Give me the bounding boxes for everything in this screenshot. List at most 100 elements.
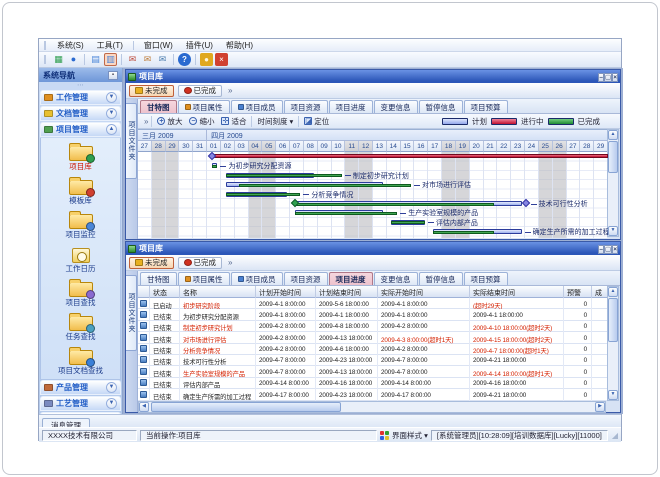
chevron-down-icon[interactable]: ▼ [106,108,117,119]
column-header[interactable]: 状态 [150,286,180,298]
sidebar-item-project-search[interactable]: 项目查找 [41,277,120,311]
column-header[interactable]: 成 [592,286,608,298]
gantt-bar-summary[interactable] [212,154,608,158]
sidebar-item-task-search[interactable]: 任务查找 [41,311,120,345]
new-window-icon[interactable]: ▦ [52,53,65,66]
zoom-in-button[interactable]: +放大 [155,116,184,127]
sidebar-group-process-mgmt[interactable]: 工艺管理▼ [40,396,121,411]
column-header[interactable]: 计划开始时间 [256,286,316,298]
project-folder-vertical-tab[interactable]: 项目文件夹 [126,103,137,179]
chevron-up-icon[interactable]: ▲ [106,124,117,135]
tab-props[interactable]: 项目属性 [178,100,230,113]
locate-button[interactable]: ◪定位 [302,116,331,127]
tab-gantt[interactable]: 甘特图 [140,100,177,113]
web-globe-icon[interactable]: ● [67,53,80,66]
scroll-right-icon[interactable]: ▶ [595,402,605,412]
filter-completed-button[interactable]: 已完成 [178,257,223,269]
window-close-button[interactable]: × [612,73,618,82]
sidebar-grip[interactable]: ⋯ [39,82,122,90]
tab-budget[interactable]: 项目预算 [464,272,508,285]
table-row[interactable]: 已结束生产实验室规模的产品2009-4-7 8:00:002009-4-13 1… [138,366,608,377]
tab-resources[interactable]: 项目资源 [284,100,328,113]
help-icon[interactable]: ? [178,53,191,66]
gantt-window-titlebar[interactable]: 项目库 –▢× [126,70,620,83]
table-row[interactable]: 已结束技术可行性分析2009-4-7 8:00:002009-4-23 18:0… [138,355,608,366]
tab-changes[interactable]: 变更信息 [374,100,418,113]
lock-icon[interactable]: ● [200,53,213,66]
chevron-down-icon[interactable]: ▼ [106,398,117,409]
gantt-bar-done[interactable] [226,193,301,196]
menu-item-tools[interactable]: 工具(T) [91,39,129,52]
tab-members[interactable]: 项目成员 [231,272,283,285]
interface-style-dropdown[interactable]: 界面样式 ▾ [392,430,428,441]
filter-uncompleted-button[interactable]: 未完成 [129,257,174,269]
zoom-out-button[interactable]: −缩小 [187,116,216,127]
gantt-bar-done[interactable] [391,221,424,224]
timescale-dropdown[interactable]: 时间刻度▾ [255,116,295,127]
table-row[interactable]: 已结束为初步研究分配资源2009-4-1 8:00:002009-4-1 18:… [138,309,608,320]
tab-gantt[interactable]: 甘特图 [140,272,177,285]
tab-props[interactable]: 项目属性 [178,272,230,285]
column-header[interactable]: 实际结束时间 [470,286,564,298]
table-hscroll-thumb[interactable] [151,402,341,412]
chevron-down-icon[interactable]: ▼ [106,382,117,393]
gantt-vertical-scrollbar[interactable]: ▲ ▼ [607,129,619,237]
scroll-up-icon[interactable]: ▲ [608,130,618,140]
window-restore-button[interactable]: ▢ [604,73,612,82]
table-horizontal-scrollbar[interactable]: ◀ ▶ [138,401,606,413]
table-row[interactable]: 已结束确定生产所需的加工过程2009-4-17 8:00:002009-4-23… [138,389,608,400]
menu-item-plugins[interactable]: 插件(U) [180,39,219,52]
project-folder-icon[interactable]: ▥ [104,53,117,66]
chevron-down-icon[interactable]: ▼ [106,92,117,103]
menu-grip[interactable] [44,41,47,50]
sidebar-item-template-library[interactable]: 模板库 [41,175,120,209]
scroll-down-icon[interactable]: ▼ [608,226,618,236]
gantt-chart-body[interactable]: 为初步研究分配资源制定初步研究计划对市场进行评估分析竞争情况技术可行性分析生产实… [138,152,608,238]
table-row[interactable]: 已结束对市场进行评估2009-4-2 8:00:002009-4-13 18:0… [138,332,608,343]
tab-changes[interactable]: 变更信息 [374,272,418,285]
tab-members[interactable]: 项目成员 [231,100,283,113]
gantt-bar-done[interactable] [212,165,218,168]
gantt-scroll-thumb[interactable] [608,141,618,173]
column-header[interactable]: 计划结束时间 [316,286,378,298]
table-row[interactable]: 已结束评估内部产品2009-4-14 8:00:002009-4-16 18:0… [138,378,608,389]
column-header[interactable] [138,286,150,298]
project-folder-vertical-tab[interactable]: 项目文件夹 [126,275,137,351]
toolbar-overflow-icon[interactable]: » [228,258,232,267]
resize-grip-icon[interactable]: ◢ [612,431,618,440]
table-row[interactable]: 已启动初步研究阶段2009-4-1 8:00:002009-5-6 18:00:… [138,298,608,309]
sidebar-group-work-mgmt[interactable]: 工作管理▼ [40,90,121,105]
sidebar-item-project-doc-search[interactable]: 项目文档查找 [41,345,120,379]
table-vscroll-thumb[interactable] [608,298,618,342]
toolbar-grip[interactable] [44,55,47,64]
progress-window-titlebar[interactable]: 项目库 –▢× [126,242,620,255]
sidebar-item-project-library[interactable]: 项目库 [41,141,120,175]
fit-button[interactable]: ✛适合 [219,116,248,127]
sidebar-group-project-mgmt[interactable]: 项目管理▲ [40,122,121,137]
scroll-up-icon[interactable]: ▲ [608,287,618,297]
menu-item-help[interactable]: 帮助(H) [220,39,259,52]
table-row[interactable]: 已结束制定初步研究计划2009-4-2 8:00:002009-4-8 18:0… [138,321,608,332]
window-close-button[interactable]: × [612,245,618,254]
filter-uncompleted-button[interactable]: 未完成 [129,85,174,97]
column-header[interactable]: 名称 [180,286,256,298]
gantt-bar-done[interactable] [239,184,411,187]
tab-progress[interactable]: 项目进度 [329,272,373,285]
table-row[interactable]: 已结束分析竞争情况2009-4-2 8:00:002009-4-6 18:00:… [138,344,608,355]
scroll-left-icon[interactable]: ◀ [139,402,149,412]
gantt-bar-done[interactable] [433,231,494,234]
mail-send-icon[interactable]: ✉ [156,53,169,66]
menu-item-system[interactable]: 系统(S) [51,39,90,52]
sidebar-group-product-mgmt[interactable]: 产品管理▼ [40,380,121,395]
sidebar-item-work-calendar[interactable]: 工作日历 [41,243,120,277]
menu-item-window[interactable]: 窗口(W) [138,39,179,52]
filter-completed-button[interactable]: 已完成 [178,85,223,97]
scroll-down-icon[interactable]: ▼ [608,390,618,400]
gantt-bar-done[interactable] [295,212,398,215]
folder-icon[interactable]: ▤ [89,53,102,66]
gantt-bar-done[interactable] [295,203,494,206]
column-header[interactable]: 实际开始时间 [378,286,470,298]
gantt-bar-done[interactable] [226,174,342,177]
tab-resources[interactable]: 项目资源 [284,272,328,285]
gantt-overflow-icon[interactable]: » [144,117,148,126]
